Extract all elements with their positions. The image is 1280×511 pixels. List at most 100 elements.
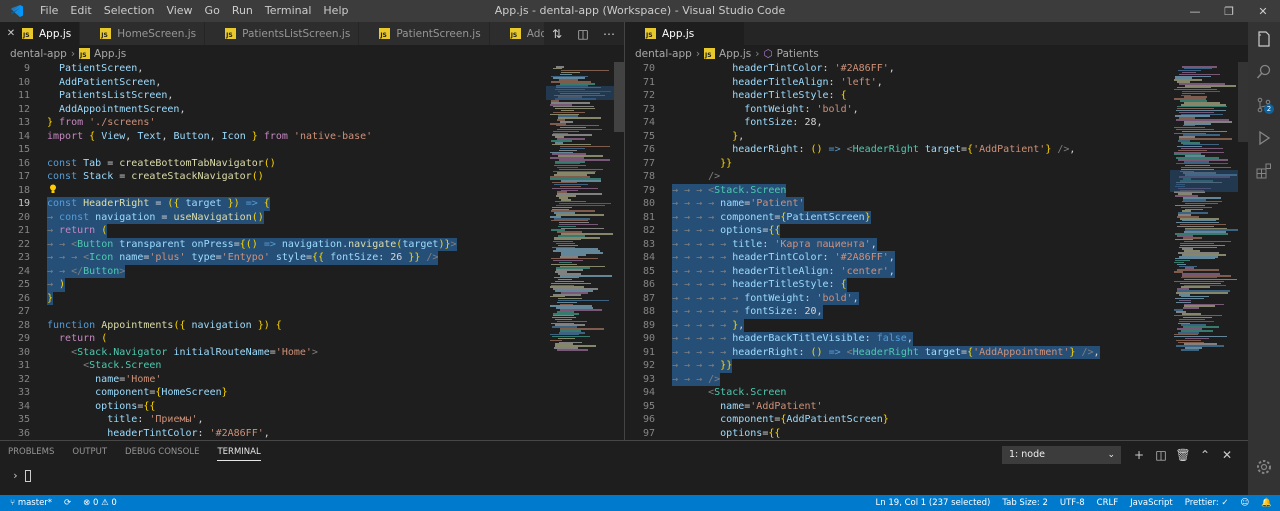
tab-patientslistscreen-js[interactable]: PatientsListScreen.js xyxy=(205,22,360,45)
tab-size[interactable]: Tab Size: 2 xyxy=(1002,498,1048,508)
menu-edit[interactable]: Edit xyxy=(64,0,97,22)
kill-terminal-icon[interactable]: 🗑 xyxy=(1172,446,1194,464)
code-line[interactable]: 22 → → <Button transparent onPress={() =>… xyxy=(0,237,546,251)
more-actions-icon[interactable]: ⋯ xyxy=(596,27,622,41)
code-line[interactable]: 32 name='Home' xyxy=(0,373,546,387)
close-panel-icon[interactable]: ✕ xyxy=(1216,446,1238,464)
menu-view[interactable]: View xyxy=(160,0,198,22)
left-code-editor[interactable]: 9 PatientScreen, 10 AddPatientScreen, 11 P… xyxy=(0,62,546,440)
menu-file[interactable]: File xyxy=(34,0,64,22)
code-line[interactable]: 71 headerTitleAlign: 'left', xyxy=(625,76,1170,90)
left-minimap[interactable] xyxy=(546,62,614,440)
new-terminal-icon[interactable]: + xyxy=(1128,446,1150,464)
menu-help[interactable]: Help xyxy=(317,0,354,22)
search-icon[interactable] xyxy=(1248,55,1280,88)
code-line[interactable]: 18 xyxy=(0,184,546,198)
notifications-icon[interactable]: 🔔 xyxy=(1261,498,1272,508)
code-line[interactable]: 26} xyxy=(0,291,546,305)
code-line[interactable]: 97 options={{ xyxy=(625,427,1170,441)
tab-homescreen-js[interactable]: HomeScreen.js xyxy=(80,22,206,45)
breadcrumb-folder[interactable]: dental-app xyxy=(635,48,692,60)
code-line[interactable]: 13} from './screens' xyxy=(0,116,546,130)
code-line[interactable]: 36 headerTintColor: '#2A86FF', xyxy=(0,427,546,441)
breadcrumb-file[interactable]: App.js xyxy=(719,48,751,60)
code-line[interactable]: 34 options={{ xyxy=(0,400,546,414)
code-line[interactable]: 88 → → → → → → fontSize: 20, xyxy=(625,305,1170,319)
code-line[interactable]: 94 <Stack.Screen xyxy=(625,386,1170,400)
menu-go[interactable]: Go xyxy=(199,0,226,22)
problems-status[interactable]: ⊗ 0 ⚠ 0 xyxy=(83,498,117,508)
split-editor-icon[interactable]: ◫ xyxy=(570,27,596,41)
code-line[interactable]: 79 → → → <Stack.Screen xyxy=(625,183,1170,197)
extensions-icon[interactable] xyxy=(1248,154,1280,187)
tab-output[interactable]: OUTPUT xyxy=(72,447,107,461)
code-line[interactable]: 11 PatientsListScreen, xyxy=(0,89,546,103)
code-line[interactable]: 76 headerRight: () => <HeaderRight targe… xyxy=(625,143,1170,157)
cursor-position[interactable]: Ln 19, Col 1 (237 selected) xyxy=(876,498,991,508)
code-line[interactable]: 81 → → → → component={PatientScreen} xyxy=(625,210,1170,224)
code-line[interactable]: 23 → → → <Icon name='plus' type='Entypo' … xyxy=(0,251,546,265)
code-line[interactable]: 85 → → → → → headerTitleAlign: 'center', xyxy=(625,264,1170,278)
lightbulb-icon[interactable] xyxy=(49,184,57,194)
code-line[interactable]: 72 headerTitleStyle: { xyxy=(625,89,1170,103)
code-line[interactable]: 16 const Tab = createBottomTabNavigator() xyxy=(0,157,546,171)
maximize-icon[interactable]: ❐ xyxy=(1212,0,1246,22)
right-code-editor[interactable]: 70 headerTintColor: '#2A86FF', 71 headerT… xyxy=(625,62,1170,440)
tab-app-js-right[interactable]: App.js xyxy=(625,22,745,45)
run-debug-icon[interactable] xyxy=(1248,121,1280,154)
menu-terminal[interactable]: Terminal xyxy=(259,0,318,22)
code-line[interactable]: 29 return ( xyxy=(0,332,546,346)
code-line[interactable]: 86 → → → → → headerTitleStyle: { xyxy=(625,278,1170,292)
code-line[interactable]: 83 → → → → → title: 'Карта пациента', xyxy=(625,237,1170,251)
code-line[interactable]: 77 }} xyxy=(625,157,1170,171)
code-line[interactable]: 31 <Stack.Screen xyxy=(0,359,546,373)
explorer-icon[interactable] xyxy=(1248,22,1280,55)
tab-debug-console[interactable]: DEBUG CONSOLE xyxy=(125,447,199,461)
split-terminal-icon[interactable]: ◫ xyxy=(1150,446,1172,464)
close-window-icon[interactable]: ✕ xyxy=(1246,0,1280,22)
code-line[interactable]: 74 fontSize: 28, xyxy=(625,116,1170,130)
code-line[interactable]: 10 AddPatientScreen, xyxy=(0,76,546,90)
code-line[interactable]: 84 → → → → → headerTintColor: '#2A86FF', xyxy=(625,251,1170,265)
feedback-icon[interactable]: ☺ xyxy=(1241,498,1250,508)
tab-problems[interactable]: PROBLEMS xyxy=(8,447,54,461)
menu-run[interactable]: Run xyxy=(226,0,259,22)
breadcrumb-folder[interactable]: dental-app xyxy=(10,48,67,60)
language-mode[interactable]: JavaScript xyxy=(1130,498,1173,508)
code-line[interactable]: 33 component={HomeScreen} xyxy=(0,386,546,400)
source-control-icon[interactable]: 2 xyxy=(1248,88,1280,121)
terminal-select[interactable]: 1: node ⌄ xyxy=(1002,446,1121,464)
code-line[interactable]: 92 → → → → }} xyxy=(625,359,1170,373)
code-line[interactable]: 87 → → → → → → fontWeight: 'bold', xyxy=(625,291,1170,305)
code-line[interactable]: 20 → const navigation = useNavigation() xyxy=(0,210,546,224)
code-line[interactable]: 27 xyxy=(0,305,546,319)
code-line[interactable]: 25 → ) xyxy=(0,278,546,292)
code-line[interactable]: 35 title: 'Приемы', xyxy=(0,413,546,427)
code-line[interactable]: 19 const HeaderRight = ({ target }) => { xyxy=(0,197,546,211)
tab-terminal[interactable]: TERMINAL xyxy=(217,447,261,461)
code-line[interactable]: 9 PatientScreen, xyxy=(0,62,546,76)
right-minimap[interactable] xyxy=(1170,62,1238,440)
code-line[interactable]: 12 AddAppointmentScreen, xyxy=(0,103,546,117)
code-line[interactable]: 95 name='AddPatient' xyxy=(625,400,1170,414)
code-line[interactable]: 15 xyxy=(0,143,546,157)
compare-changes-icon[interactable]: ⇅ xyxy=(544,27,570,41)
prettier-status[interactable]: Prettier: ✓ xyxy=(1185,498,1229,508)
git-branch[interactable]: ⑂ master* xyxy=(10,498,52,508)
breadcrumb-symbol[interactable]: Patients xyxy=(777,48,819,60)
code-line[interactable]: 82 → → → → options={{ xyxy=(625,224,1170,238)
tab-addpatientscreen-js[interactable]: AddPatientScreen.js xyxy=(489,22,544,45)
code-line[interactable]: 70 headerTintColor: '#2A86FF', xyxy=(625,62,1170,76)
code-line[interactable]: 75 }, xyxy=(625,130,1170,144)
code-line[interactable]: 91 → → → → → headerRight: () => <HeaderRi… xyxy=(625,345,1170,359)
code-line[interactable]: 24 → → </Button> xyxy=(0,264,546,278)
settings-gear-icon[interactable] xyxy=(1248,450,1280,483)
code-line[interactable]: 96 component={AddPatientScreen} xyxy=(625,413,1170,427)
code-line[interactable]: 28 function Appointments({ navigation }) … xyxy=(0,319,546,333)
encoding[interactable]: UTF-8 xyxy=(1060,498,1085,508)
breadcrumb-file[interactable]: App.js xyxy=(94,48,126,60)
terminal-prompt[interactable]: › xyxy=(12,469,32,482)
close-tab-icon[interactable]: ✕ xyxy=(6,28,16,39)
code-line[interactable]: 93 → → → /> xyxy=(625,372,1170,386)
code-line[interactable]: 30 <Stack.Navigator initialRouteName='Ho… xyxy=(0,346,546,360)
